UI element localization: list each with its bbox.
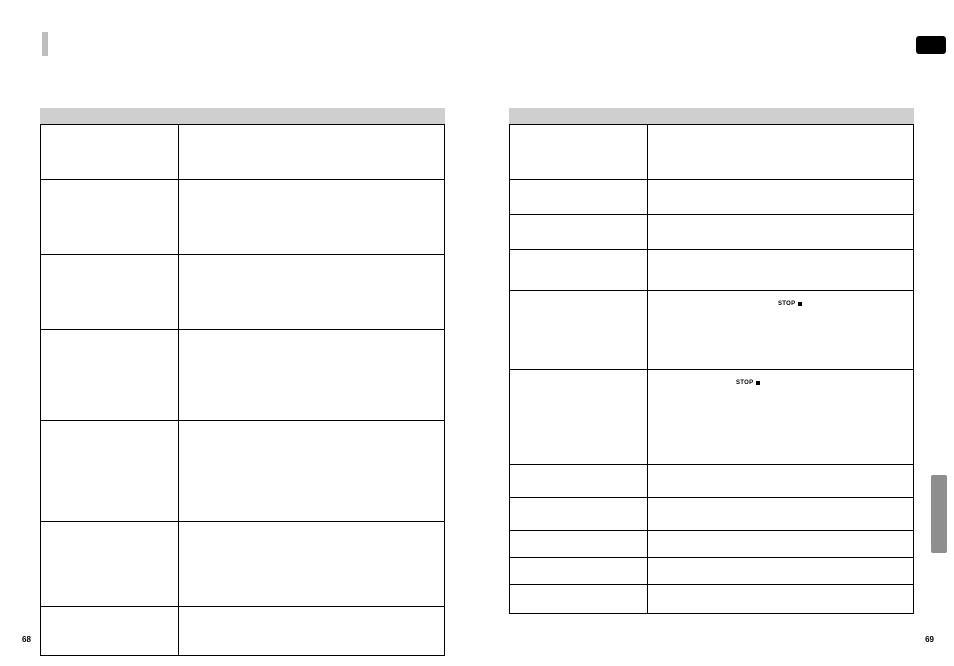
right-header-problem [509,108,647,124]
problem-cell [510,125,648,179]
solution-cell [648,250,913,290]
problem-cell [510,180,648,214]
solution-cell: STOP [648,370,913,464]
stop-icon [798,302,802,306]
table-row [41,254,444,329]
stop-marker: STOP [778,301,802,307]
solution-cell [648,125,913,179]
table-row [510,249,913,290]
table-row [41,125,444,179]
problem-cell [41,522,179,606]
solution-cell: STOP [648,291,913,369]
left-header-solution [178,108,445,124]
problem-cell [510,585,648,613]
left-table [40,124,445,656]
solution-cell [648,180,913,214]
solution-cell [648,531,913,557]
right-page: STOP STOP [509,108,914,614]
table-row [41,329,444,420]
table-row [510,179,913,214]
problem-cell [510,370,648,464]
table-row: STOP [510,290,913,369]
problem-cell [510,558,648,584]
table-row [510,125,913,179]
solution-cell [179,180,444,254]
table-row [510,464,913,497]
problem-cell [41,607,179,655]
solution-cell [648,215,913,249]
solution-cell [648,585,913,613]
problem-cell [510,215,648,249]
table-row [510,530,913,557]
left-table-header [40,108,445,124]
right-table-header [509,108,914,124]
left-page [40,108,445,656]
table-row: STOP [510,369,913,464]
solution-cell [179,255,444,329]
solution-cell [648,498,913,530]
solution-cell [179,522,444,606]
stop-label-text: STOP [736,380,753,386]
right-table: STOP STOP [509,124,914,614]
solution-cell [648,558,913,584]
problem-cell [41,125,179,179]
table-row [510,497,913,530]
solution-cell [179,421,444,521]
stop-marker: STOP [736,380,760,386]
table-row [41,606,444,655]
solution-cell [179,330,444,420]
table-row [510,557,913,584]
table-row [41,179,444,254]
problem-cell [510,465,648,497]
table-row [41,521,444,606]
right-header-solution [647,108,914,124]
problem-cell [510,498,648,530]
page-number-right: 69 [925,635,934,644]
problem-cell [510,250,648,290]
problem-cell [41,180,179,254]
right-corner-mark [916,36,946,54]
page-number-left: 68 [22,635,31,644]
solution-cell [648,465,913,497]
solution-cell [179,607,444,655]
problem-cell [41,255,179,329]
problem-cell [41,330,179,420]
left-margin-mark [42,32,48,56]
problem-cell [41,421,179,521]
table-row [510,584,913,613]
stop-label-text: STOP [778,301,795,307]
right-side-tab [931,475,947,553]
left-header-problem [40,108,178,124]
table-row [510,214,913,249]
problem-cell [510,291,648,369]
solution-cell [179,125,444,179]
stop-icon [756,381,760,385]
problem-cell [510,531,648,557]
table-row [41,420,444,521]
